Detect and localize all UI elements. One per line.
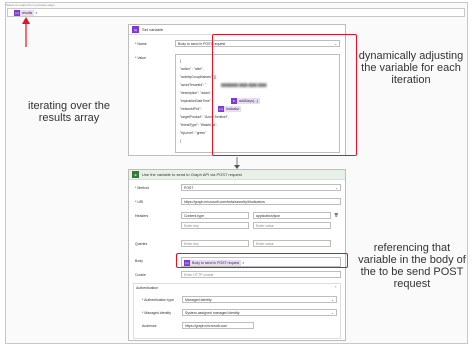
dynamic-content-header: Select an output from previous steps: [6, 3, 55, 7]
json-line: "action" : "alert",: [180, 67, 204, 71]
uri-label: * URI: [135, 200, 144, 204]
audience-input[interactable]: https://graph.microsoft.com: [182, 322, 254, 329]
auth-type-value: Managed identity: [185, 297, 212, 302]
globe-icon: ⊕: [132, 171, 139, 178]
cookie-input[interactable]: Enter HTTP cookie: [181, 271, 341, 278]
chevron-down-icon: ⌄: [331, 310, 334, 315]
highlight-body: [176, 253, 348, 268]
auth-type-select[interactable]: Managed identity ⌄: [182, 296, 337, 303]
authentication-section: Authentication ⌃ * Authentication type M…: [133, 283, 341, 339]
json-line: "description": "adam",: [180, 91, 212, 95]
header-key-input[interactable]: Enter key: [181, 222, 249, 229]
query-key-input[interactable]: Enter key: [181, 240, 249, 247]
chevron-down-icon: ⌄: [331, 297, 334, 302]
delete-icon[interactable]: 🗑: [334, 213, 338, 217]
managed-identity-value: System-assigned managed identity: [185, 310, 240, 315]
json-line: "azureTenantId": ": [180, 83, 207, 87]
header-key-input[interactable]: Content-type: [181, 212, 249, 219]
value-label: * Value: [135, 56, 147, 60]
audience-label: Audience: [142, 324, 157, 328]
pointer-arrow: [22, 17, 30, 47]
query-value-input[interactable]: Enter value: [253, 240, 331, 247]
managed-identity-select[interactable]: System-assigned managed identity ⌄: [182, 309, 337, 316]
annotation-referencing: referencing that variable in the body of…: [358, 242, 466, 290]
authentication-label: Authentication: [136, 286, 159, 290]
chevron-up-icon[interactable]: ⌃: [334, 286, 337, 290]
method-label: * Method: [135, 186, 150, 190]
chevron-down-icon: ⌄: [335, 185, 338, 190]
header-value-input[interactable]: Enter value: [253, 222, 331, 229]
annotation-iterating: iterating over the results array: [28, 100, 110, 124]
cookie-label: Cookie: [135, 273, 146, 277]
audience-value: https://graph.microsoft.com: [185, 323, 228, 328]
http-header[interactable]: ⊕ Use the variable to send to Graph API …: [129, 170, 345, 180]
json-line: "expirationDateTime":: [180, 99, 212, 103]
header-value-value: application/json: [256, 213, 281, 218]
http-title: Use the variable to send to Graph API vi…: [142, 172, 242, 177]
set-variable-title: Set variable: [142, 27, 164, 32]
header-key-value: Content-type: [184, 213, 205, 218]
header-value-placeholder: Enter value: [256, 223, 274, 228]
name-label: * Name: [135, 42, 147, 46]
uri-value: https://graph.microsoft.com/beta/securit…: [184, 199, 265, 204]
header-value-input[interactable]: application/json: [253, 212, 331, 219]
queries-label: Queries: [135, 242, 148, 246]
cookie-placeholder: Enter HTTP cookie: [184, 272, 214, 277]
header-key-placeholder: Enter key: [184, 223, 199, 228]
json-line: "networkIPv4":: [180, 107, 202, 111]
uri-input[interactable]: https://graph.microsoft.com/beta/securit…: [181, 198, 341, 205]
body-label: Body: [135, 259, 143, 263]
json-line: {: [180, 59, 182, 63]
json-line: }: [180, 139, 182, 143]
query-value-placeholder: Enter value: [256, 241, 274, 246]
method-select[interactable]: POST ⌄: [181, 184, 341, 191]
foreach-input-field[interactable]: {x} results ×: [7, 8, 465, 17]
managed-identity-label: * Managed identity: [142, 311, 171, 315]
auth-type-label: * Authentication type: [142, 298, 174, 302]
annotation-dynamic: dynamically adjusting the variable for e…: [358, 50, 464, 86]
remove-token-icon[interactable]: ×: [35, 11, 37, 15]
json-line: "tlpLevel": "green": [180, 131, 207, 135]
flow-arrow-icon: [234, 157, 240, 169]
variable-icon: {x}: [132, 26, 139, 33]
query-key-placeholder: Enter key: [184, 241, 199, 246]
highlight-variable-box: [212, 34, 357, 156]
headers-label: Headers: [135, 214, 149, 218]
method-value: POST: [184, 185, 194, 190]
